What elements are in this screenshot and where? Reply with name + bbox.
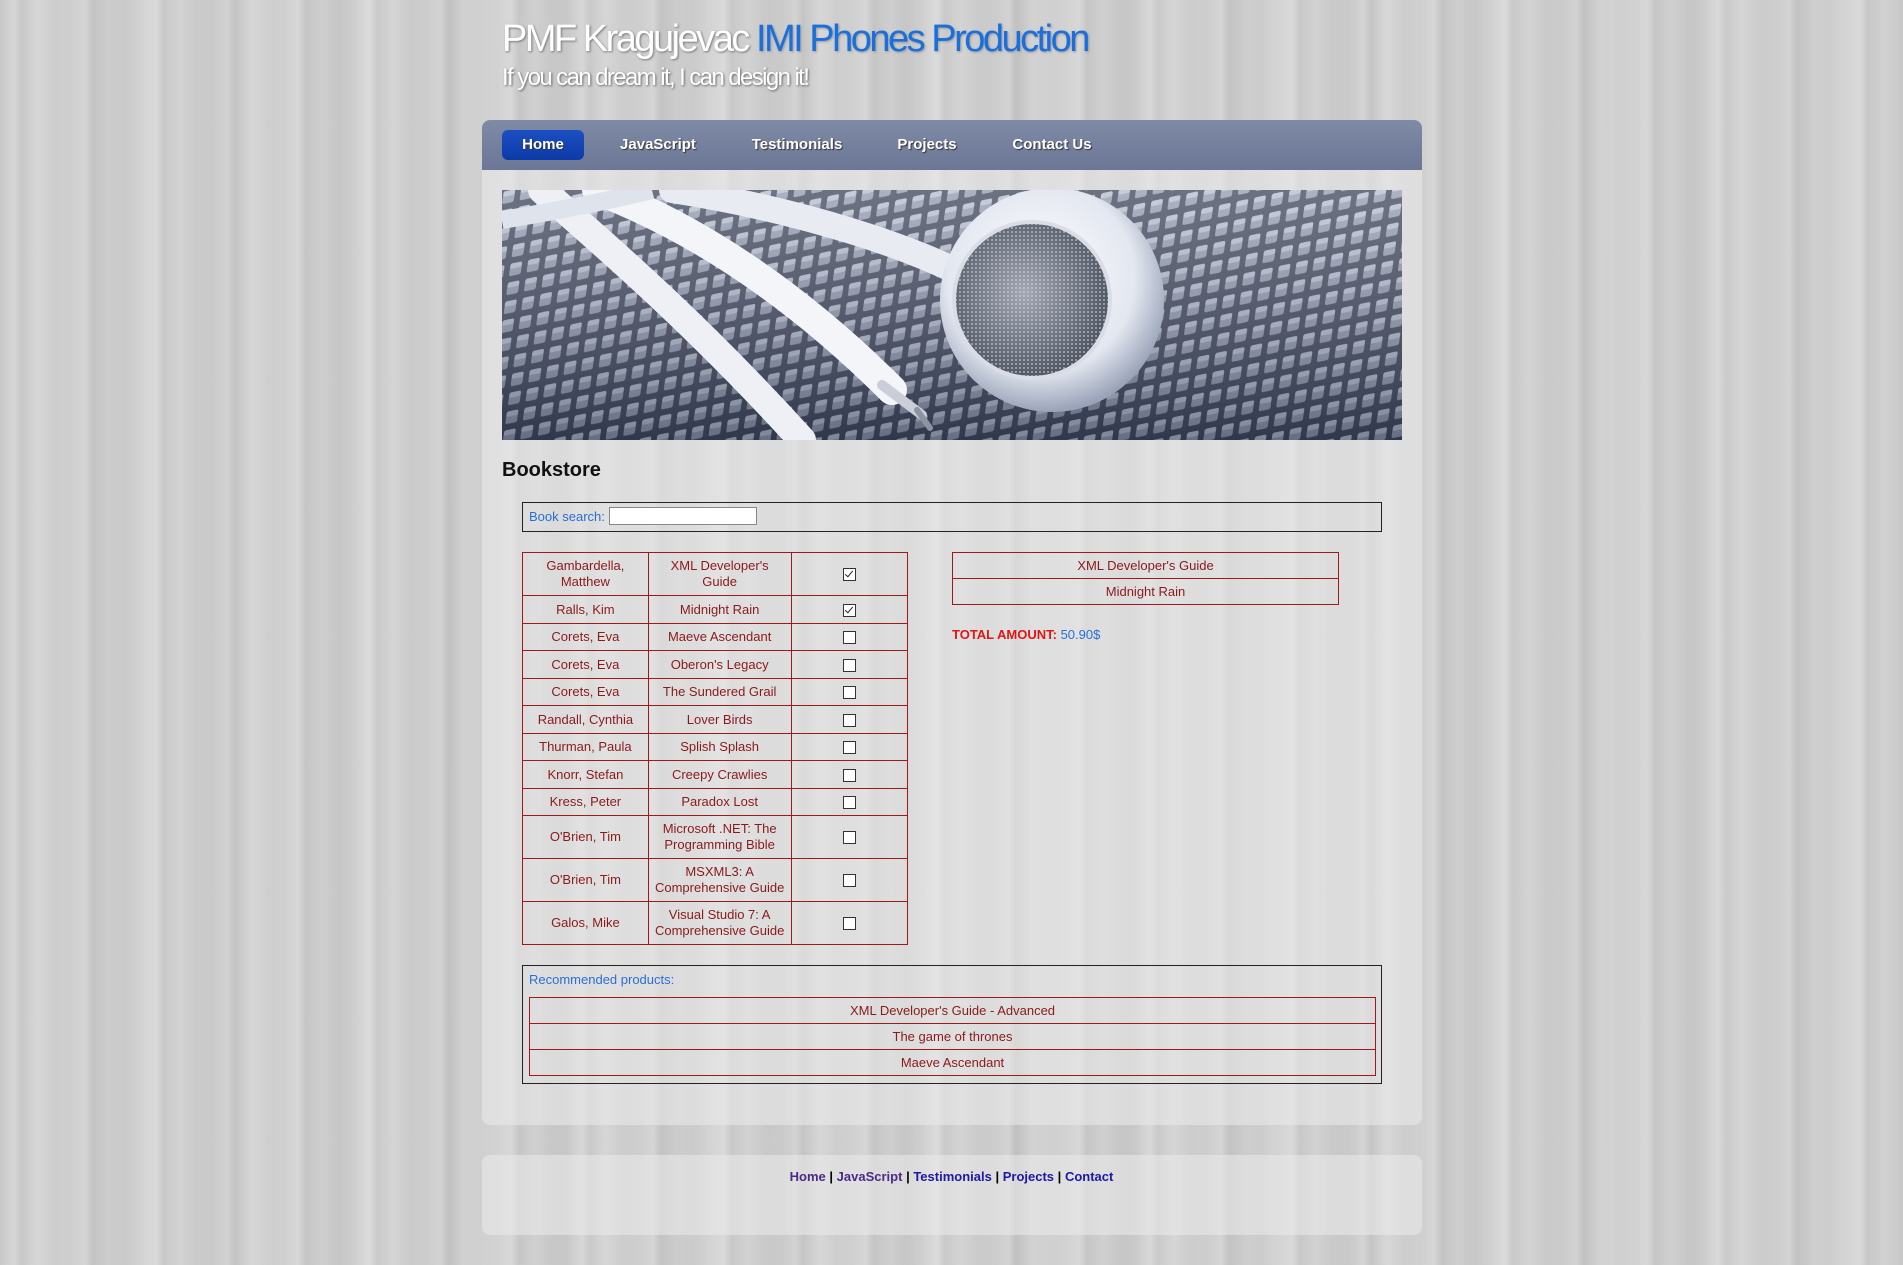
total-amount: TOTAL AMOUNT: 50.90$ [952,627,1100,642]
book-search-panel: Book search: [522,502,1382,532]
table-row: Galos, Mike Visual Studio 7: A Comprehen… [522,901,909,945]
book-search-input[interactable] [609,507,757,525]
nav-item-contact-us[interactable]: Contact Us [992,130,1112,160]
author-cell: O'Brien, Tim [522,815,649,859]
footer-nav: Home | JavaScript | Testimonials | Proje… [0,1169,1903,1184]
table-row: XML Developer's Guide [952,552,1339,579]
recommended-products-label: Recommended products: [529,972,675,987]
table-row: Gambardella, Matthew XML Developer's Gui… [522,552,909,596]
select-checkbox[interactable] [842,917,856,931]
select-checkbox[interactable] [842,713,856,727]
site-slogan: If you can dream it, I can design it! [502,64,810,91]
footer-separator: | [995,1169,1000,1184]
site-title: PMF Kragujevac IMI Phones Production [502,16,1090,62]
select-checkbox[interactable] [842,603,856,617]
title-cell: Paradox Lost [647,788,792,816]
recommended-products-table: XML Developer's Guide - Advanced The gam… [529,997,1376,1076]
footer-separator: | [829,1169,834,1184]
footer-separator: | [906,1169,910,1184]
nav-item-javascript[interactable]: JavaScript [599,130,717,160]
total-amount-label: TOTAL AMOUNT: [952,627,1057,642]
table-row: Corets, Eva Maeve Ascendant [522,623,909,651]
footer-link-contact[interactable]: Contact [1065,1169,1113,1184]
select-checkbox[interactable] [842,768,856,782]
footer-link-home[interactable]: Home [790,1169,826,1184]
table-row: Corets, Eva Oberon's Legacy [522,650,909,679]
table-row: Ralls, Kim Midnight Rain [522,595,909,624]
book-search-label: Book search: [529,509,605,524]
title-cell: Maeve Ascendant [647,623,792,651]
footer-panel [482,1155,1422,1235]
site-title-main: PMF Kragujevac [502,18,750,60]
footer-link-projects[interactable]: Projects [1003,1169,1054,1184]
selected-books-table: XML Developer's Guide Midnight Rain [952,552,1339,605]
author-cell: Thurman, Paula [522,733,649,761]
table-row: O'Brien, Tim MSXML3: A Comprehensive Gui… [522,858,909,902]
author-cell: Ralls, Kim [522,595,649,624]
table-row: Midnight Rain [952,578,1339,605]
title-cell: Visual Studio 7: A Comprehensive Guide [647,901,792,945]
table-row: The game of thrones [529,1023,1376,1050]
book-catalog-table: Gambardella, Matthew XML Developer's Gui… [522,552,909,945]
select-checkbox[interactable] [842,741,856,755]
author-cell: Randall, Cynthia [522,705,649,734]
title-cell: Midnight Rain [647,595,792,624]
title-cell: XML Developer's Guide [647,552,792,596]
recommended-item[interactable]: XML Developer's Guide - Advanced [529,997,1376,1024]
title-cell: The Sundered Grail [647,678,792,706]
earphones-photo-icon [502,190,1402,440]
title-cell: MSXML3: A Comprehensive Guide [647,858,792,902]
select-checkbox[interactable] [842,568,856,582]
footer-link-javascript[interactable]: JavaScript [837,1169,903,1184]
selected-book-cell: XML Developer's Guide [952,552,1339,579]
banner-image [502,190,1402,440]
selected-book-cell: Midnight Rain [952,578,1339,605]
table-row: XML Developer's Guide - Advanced [529,997,1376,1024]
title-cell: Lover Birds [647,705,792,734]
table-row: Knorr, Stefan Creepy Crawlies [522,760,909,789]
author-cell: Corets, Eva [522,650,649,679]
recommended-item[interactable]: The game of thrones [529,1023,1376,1050]
table-row: Thurman, Paula Splish Splash [522,733,909,761]
select-checkbox[interactable] [842,686,856,700]
total-amount-value: 50.90$ [1060,627,1101,642]
page-title: Bookstore [502,459,601,481]
nav-item-home[interactable]: Home [502,130,584,160]
nav-item-projects[interactable]: Projects [877,130,977,160]
recommended-item[interactable]: Maeve Ascendant [529,1049,1376,1076]
title-cell: Creepy Crawlies [647,760,792,789]
site-title-accent: IMI Phones Production [755,18,1090,60]
author-cell: Corets, Eva [522,623,649,651]
author-cell: Corets, Eva [522,678,649,706]
author-cell: Kress, Peter [522,788,649,816]
select-checkbox[interactable] [842,874,856,888]
select-checkbox[interactable] [842,658,856,672]
footer-separator: | [1057,1169,1062,1184]
title-cell: Microsoft .NET: The Programming Bible [647,815,792,859]
select-checkbox[interactable] [842,831,856,845]
table-row: Randall, Cynthia Lover Birds [522,705,909,734]
select-checkbox[interactable] [842,631,856,645]
title-cell: Splish Splash [647,733,792,761]
nav-bar: Home JavaScript Testimonials Projects Co… [482,120,1422,170]
footer-link-testimonials[interactable]: Testimonials [913,1169,992,1184]
author-cell: Galos, Mike [522,901,649,945]
title-cell: Oberon's Legacy [647,650,792,679]
table-row: Corets, Eva The Sundered Grail [522,678,909,706]
author-cell: Knorr, Stefan [522,760,649,789]
table-row: Maeve Ascendant [529,1049,1376,1076]
table-row: Kress, Peter Paradox Lost [522,788,909,816]
table-row: O'Brien, Tim Microsoft .NET: The Program… [522,815,909,859]
author-cell: O'Brien, Tim [522,858,649,902]
recommended-products-panel: Recommended products: XML Developer's Gu… [522,965,1382,1084]
nav-item-testimonials[interactable]: Testimonials [732,130,862,160]
select-checkbox[interactable] [842,796,856,810]
author-cell: Gambardella, Matthew [522,552,649,596]
